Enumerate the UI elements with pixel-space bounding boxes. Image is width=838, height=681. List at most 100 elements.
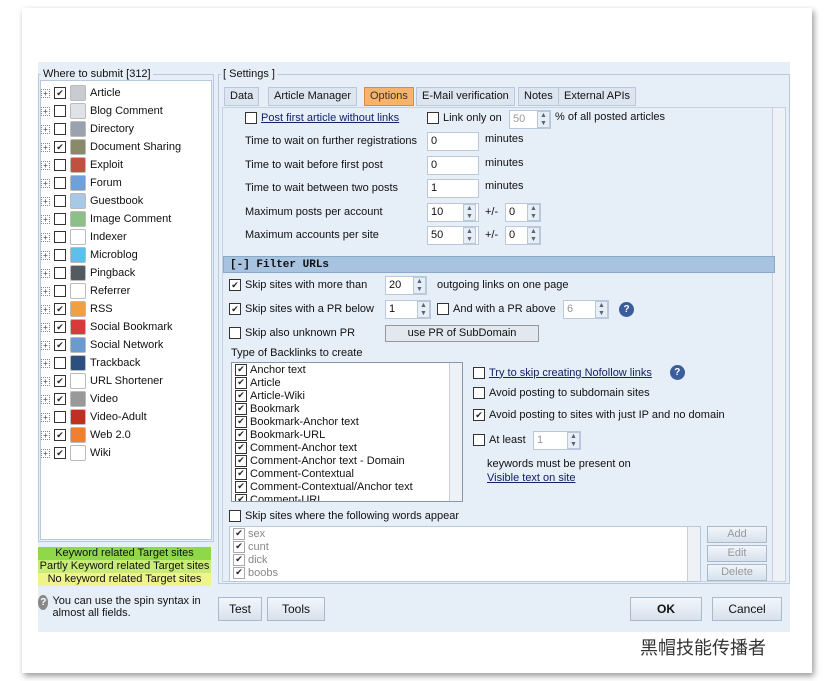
link-only-spinner[interactable]: ▲ ▼: [537, 111, 550, 128]
backlink-item[interactable]: Comment-URL: [232, 493, 462, 501]
expand-icon[interactable]: +: [41, 394, 50, 404]
tab-external-apis[interactable]: External APIs: [558, 87, 637, 106]
skip-pr-spinner[interactable]: ▲ ▼: [417, 301, 430, 318]
backlinks-list[interactable]: Anchor textArticleArticle-WikiBookmarkBo…: [231, 362, 463, 502]
tree-item-checkbox[interactable]: [54, 213, 66, 225]
post-first-checkbox[interactable]: [245, 112, 257, 124]
word-checkbox[interactable]: [233, 540, 245, 553]
backlink-checkbox[interactable]: [235, 454, 247, 467]
tree-item-checkbox[interactable]: [54, 285, 66, 297]
backlink-item[interactable]: Article-Wiki: [232, 389, 462, 402]
tree-item-checkbox[interactable]: [54, 249, 66, 261]
tree-item-checkbox[interactable]: [54, 339, 66, 351]
tree-item-checkbox[interactable]: [54, 375, 66, 387]
at-least-spinner[interactable]: ▲ ▼: [567, 432, 580, 449]
tree-item[interactable]: + Pingback: [41, 264, 135, 282]
visible-text-link[interactable]: Visible text on site: [487, 472, 575, 484]
pr-above-spinner[interactable]: ▲ ▼: [595, 301, 608, 318]
tree-item-checkbox[interactable]: [54, 303, 66, 315]
expand-icon[interactable]: +: [41, 448, 50, 458]
backlink-item[interactable]: Comment-Anchor text - Domain: [232, 454, 462, 467]
tree-item[interactable]: + RSS: [41, 300, 113, 318]
avoid-ip-checkbox[interactable]: [473, 409, 485, 421]
plus-minus-spinner[interactable]: ▲ ▼: [527, 203, 540, 221]
expand-icon[interactable]: +: [41, 142, 50, 152]
backlink-item[interactable]: Bookmark-URL: [232, 428, 462, 441]
tree-item[interactable]: + Web 2.0: [41, 426, 131, 444]
expand-icon[interactable]: +: [41, 106, 50, 116]
word-item[interactable]: boobs: [230, 566, 700, 579]
skip-pr-checkbox[interactable]: [229, 303, 241, 315]
test-button[interactable]: Test: [218, 597, 262, 621]
at-least-checkbox[interactable]: [473, 434, 485, 446]
backlink-checkbox[interactable]: [235, 389, 247, 402]
tree-item-checkbox[interactable]: [54, 267, 66, 279]
setting-input[interactable]: 0: [427, 132, 479, 151]
tree-item-checkbox[interactable]: [54, 159, 66, 171]
tree-item[interactable]: + Social Bookmark: [41, 318, 173, 336]
add-button[interactable]: Add: [707, 526, 767, 543]
tab-article-manager[interactable]: Article Manager: [268, 87, 358, 106]
tree-item[interactable]: + Video-Adult: [41, 408, 147, 426]
backlink-item[interactable]: Bookmark: [232, 402, 462, 415]
link-only-checkbox[interactable]: [427, 112, 439, 124]
expand-icon[interactable]: +: [41, 160, 50, 170]
cancel-button[interactable]: Cancel: [712, 597, 782, 621]
backlink-checkbox[interactable]: [235, 415, 247, 428]
ok-button[interactable]: OK: [630, 597, 702, 621]
tree-item[interactable]: + Exploit: [41, 156, 123, 174]
expand-icon[interactable]: +: [41, 88, 50, 98]
expand-icon[interactable]: +: [41, 412, 50, 422]
word-checkbox[interactable]: [233, 527, 245, 540]
backlink-item[interactable]: Comment-Anchor text: [232, 441, 462, 454]
plus-minus-spinner[interactable]: ▲ ▼: [527, 227, 540, 244]
backlink-checkbox[interactable]: [235, 441, 247, 454]
backlink-checkbox[interactable]: [235, 402, 247, 415]
setting-spinner[interactable]: ▲ ▼: [463, 203, 476, 221]
expand-icon[interactable]: +: [41, 376, 50, 386]
tree-item-checkbox[interactable]: [54, 393, 66, 405]
backlink-checkbox[interactable]: [235, 363, 247, 376]
pr-above-checkbox[interactable]: [437, 303, 449, 315]
tree-item-checkbox[interactable]: [54, 105, 66, 117]
expand-icon[interactable]: +: [41, 124, 50, 134]
skip-unknown-checkbox[interactable]: [229, 327, 241, 339]
expand-icon[interactable]: +: [41, 196, 50, 206]
words-scrollbar[interactable]: [687, 527, 700, 581]
options-scrollbar[interactable]: [772, 108, 785, 581]
expand-icon[interactable]: +: [41, 268, 50, 278]
help-icon[interactable]: ?: [669, 365, 685, 380]
delete-button[interactable]: Delete: [707, 564, 767, 581]
expand-icon[interactable]: +: [41, 340, 50, 350]
backlinks-scrollbar[interactable]: [449, 363, 462, 501]
tree-item-checkbox[interactable]: [54, 411, 66, 423]
expand-icon[interactable]: +: [41, 232, 50, 242]
setting-spinner[interactable]: ▲ ▼: [463, 227, 476, 244]
tree-item-checkbox[interactable]: [54, 123, 66, 135]
backlink-checkbox[interactable]: [235, 467, 247, 480]
expand-icon[interactable]: +: [41, 178, 50, 188]
backlink-checkbox[interactable]: [235, 376, 247, 389]
word-item[interactable]: cunt: [230, 540, 700, 553]
tools-button[interactable]: Tools: [267, 597, 325, 621]
tree-item[interactable]: + URL Shortener: [41, 372, 163, 390]
expand-icon[interactable]: +: [41, 286, 50, 296]
word-item[interactable]: sex: [230, 527, 700, 540]
tree-item-checkbox[interactable]: [54, 195, 66, 207]
tree-item[interactable]: + Image Comment: [41, 210, 171, 228]
tab-e-mail-verification[interactable]: E-Mail verification: [416, 87, 515, 106]
edit-button[interactable]: Edit: [707, 545, 767, 562]
expand-icon[interactable]: +: [41, 304, 50, 314]
expand-icon[interactable]: +: [41, 430, 50, 440]
use-pr-subdomain-button[interactable]: use PR of SubDomain: [385, 325, 539, 342]
tab-data[interactable]: Data: [224, 87, 260, 106]
tree-item-checkbox[interactable]: [54, 429, 66, 441]
backlink-item[interactable]: Anchor text: [232, 363, 462, 376]
tree-item[interactable]: + Wiki: [41, 444, 111, 462]
nofollow-label[interactable]: Try to skip creating Nofollow links: [489, 367, 652, 379]
backlink-item[interactable]: Comment-Contextual/Anchor text: [232, 480, 462, 493]
tree-item[interactable]: + Social Network: [41, 336, 163, 354]
tree-item[interactable]: + Article: [41, 84, 121, 102]
tree-item[interactable]: + Referrer: [41, 282, 130, 300]
post-first-label[interactable]: Post first article without links: [261, 112, 399, 124]
